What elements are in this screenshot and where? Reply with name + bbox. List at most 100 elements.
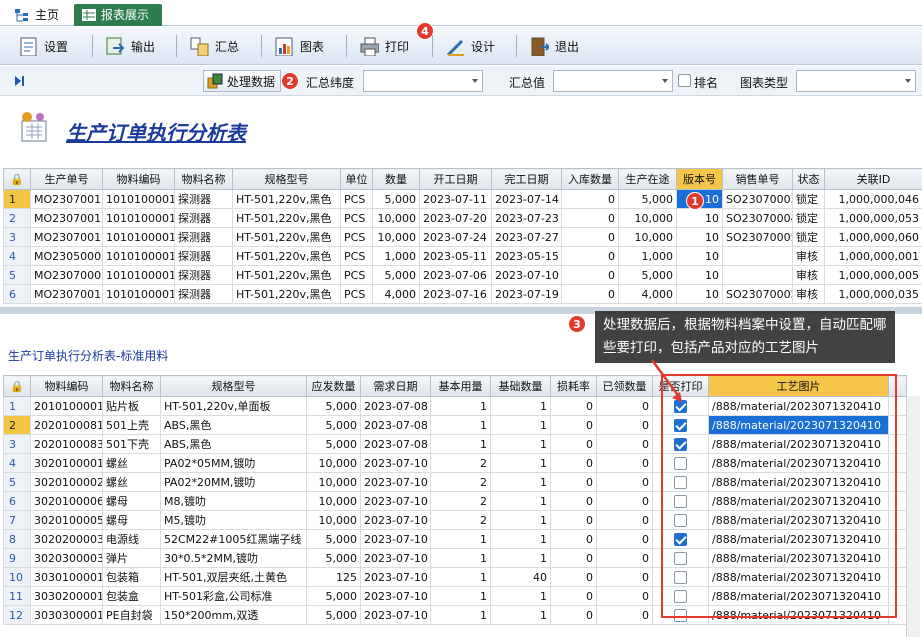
table-cell[interactable]: 2020100083: [30, 434, 103, 454]
table-cell[interactable]: 锁定: [792, 189, 825, 209]
row-number[interactable]: 3: [3, 434, 31, 454]
table-cell[interactable]: HT-501彩盒,公司标准: [160, 586, 307, 606]
table-cell[interactable]: 探测器: [174, 227, 233, 247]
table-cell[interactable]: 2023-07-10: [360, 510, 431, 530]
summary-dimension-select[interactable]: [363, 70, 483, 92]
table-row[interactable]: 5 MO23070001 1010100001 探测器 HT-501,220v,黑色 PC…: [3, 265, 922, 285]
table-cell[interactable]: 0: [550, 491, 597, 511]
table-cell[interactable]: 5,000: [306, 415, 361, 435]
table-cell[interactable]: 10: [676, 265, 723, 285]
table-cell[interactable]: [722, 246, 793, 266]
table-cell[interactable]: 0: [596, 453, 653, 473]
table-cell[interactable]: HT-501,220v,黑色: [232, 189, 341, 209]
table-cell[interactable]: SO23070005: [722, 227, 793, 247]
table-cell[interactable]: 1: [490, 586, 551, 606]
column-header[interactable]: 版本号: [676, 168, 723, 190]
row-number[interactable]: 6: [3, 491, 31, 511]
detail-vertical-scrollbar[interactable]: [906, 396, 920, 637]
table-cell[interactable]: 2023-07-10: [360, 491, 431, 511]
table-cell[interactable]: 0: [561, 246, 619, 266]
table-cell[interactable]: 0: [596, 605, 653, 625]
table-cell[interactable]: 2023-05-11: [419, 246, 492, 266]
table-cell[interactable]: MO23070001: [30, 265, 103, 285]
row-number[interactable]: 5: [3, 472, 31, 492]
table-cell[interactable]: 0: [550, 472, 597, 492]
table-cell[interactable]: 0: [550, 567, 597, 587]
table-cell[interactable]: 52CM22#1005红黑端子线: [160, 529, 307, 549]
table-cell[interactable]: 0: [596, 472, 653, 492]
table-cell[interactable]: 150*200mm,双透: [160, 605, 307, 625]
column-header[interactable]: 损耗率: [550, 375, 597, 397]
table-cell[interactable]: SO23070002: [722, 284, 793, 304]
column-header[interactable]: 关联ID: [824, 168, 922, 190]
row-number[interactable]: 10: [3, 567, 31, 587]
table-cell[interactable]: 5,000: [306, 605, 361, 625]
table-cell[interactable]: 10: [676, 208, 723, 228]
tab-home[interactable]: 主页: [6, 4, 67, 26]
row-number[interactable]: 12: [3, 605, 31, 625]
table-cell[interactable]: 5,000: [372, 265, 420, 285]
table-cell[interactable]: PCS: [340, 246, 373, 266]
table-cell[interactable]: 0: [550, 396, 597, 416]
table-cell[interactable]: 0: [561, 284, 619, 304]
table-cell[interactable]: 5,000: [618, 265, 677, 285]
table-cell[interactable]: 1: [430, 605, 491, 625]
table-cell[interactable]: 3020100006: [30, 491, 103, 511]
column-header[interactable]: 应发数量: [306, 375, 361, 397]
table-cell[interactable]: 电源线: [102, 529, 161, 549]
table-cell[interactable]: 螺丝: [102, 453, 161, 473]
table-cell[interactable]: 1,000,000,046: [824, 189, 922, 209]
table-cell[interactable]: 0: [561, 227, 619, 247]
table-cell[interactable]: 探测器: [174, 208, 233, 228]
table-cell[interactable]: 0: [596, 548, 653, 568]
table-cell[interactable]: HT-501,220v,黑色: [232, 284, 341, 304]
table-cell[interactable]: 0: [596, 434, 653, 454]
table-cell[interactable]: 2023-07-11: [419, 189, 492, 209]
table-cell[interactable]: 40: [490, 567, 551, 587]
table-cell[interactable]: 1: [490, 491, 551, 511]
exit-button[interactable]: 退出: [529, 34, 579, 58]
column-header[interactable]: 物料编码: [30, 375, 103, 397]
rank-checkbox[interactable]: [678, 74, 691, 87]
column-header[interactable]: 入库数量: [561, 168, 619, 190]
table-cell[interactable]: 1: [490, 472, 551, 492]
table-cell[interactable]: PCS: [340, 189, 373, 209]
table-cell[interactable]: 4,000: [372, 284, 420, 304]
row-number[interactable]: 3: [3, 227, 31, 247]
table-cell[interactable]: 0: [550, 586, 597, 606]
table-cell[interactable]: HT-501,220v,黑色: [232, 227, 341, 247]
table-cell[interactable]: 10,000: [618, 227, 677, 247]
table-cell[interactable]: 5,000: [306, 396, 361, 416]
table-cell[interactable]: 2023-05-15: [491, 246, 562, 266]
row-number[interactable]: 4: [3, 246, 31, 266]
chart-button[interactable]: 图表: [274, 34, 324, 58]
table-cell[interactable]: 2023-07-10: [360, 586, 431, 606]
table-cell[interactable]: 2023-07-10: [360, 548, 431, 568]
table-cell[interactable]: 1,000,000,060: [824, 227, 922, 247]
table-cell[interactable]: HT-501,220v,黑色: [232, 208, 341, 228]
table-cell[interactable]: PCS: [340, 208, 373, 228]
table-cell[interactable]: 10: [676, 284, 723, 304]
table-cell[interactable]: 3030300001: [30, 605, 103, 625]
table-cell[interactable]: 2023-07-16: [419, 284, 492, 304]
table-cell[interactable]: MO23070011: [30, 284, 103, 304]
table-cell[interactable]: 1,000,000,053: [824, 208, 922, 228]
column-header[interactable]: 开工日期: [419, 168, 492, 190]
table-cell[interactable]: 3020200003: [30, 529, 103, 549]
table-cell[interactable]: 2010100001: [30, 396, 103, 416]
table-cell[interactable]: 0: [561, 265, 619, 285]
table-cell[interactable]: 0: [550, 548, 597, 568]
row-number[interactable]: 8: [3, 529, 31, 549]
table-cell[interactable]: 5,000: [618, 189, 677, 209]
table-cell[interactable]: M5,镀叻: [160, 510, 307, 530]
table-cell[interactable]: 1: [490, 605, 551, 625]
print-button[interactable]: 打印: [359, 34, 409, 58]
table-cell[interactable]: 2: [430, 510, 491, 530]
table-cell[interactable]: ABS,黑色: [160, 434, 307, 454]
column-header[interactable]: 生产在途: [618, 168, 677, 190]
table-cell[interactable]: 1,000,000,035: [824, 284, 922, 304]
table-cell[interactable]: 10,000: [306, 453, 361, 473]
table-cell[interactable]: HT-501,220v,黑色: [232, 265, 341, 285]
column-header[interactable]: 已领数量: [596, 375, 653, 397]
table-cell[interactable]: 审核: [792, 284, 825, 304]
